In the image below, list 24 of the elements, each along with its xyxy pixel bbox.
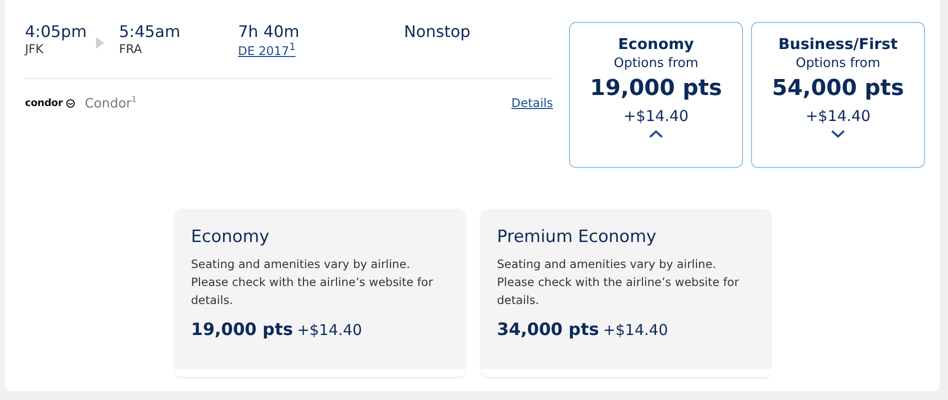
cabin-points: 34,000 pts [497,320,599,340]
fare-option-button[interactable]: Economy Options from 19,000 pts +$14.40 [569,22,743,168]
arrow-icon [96,37,104,49]
chevron-down-icon [831,130,845,138]
cabin-title: Economy [191,227,270,247]
stops-label: Nonstop [404,22,470,41]
flight-number-link[interactable]: DE 2017$^{1}$ [238,42,404,58]
cabin-description: Seating and amenities vary by airline. Please check with the airline’s website for details. [191,256,434,309]
arrive-airport: FRA [119,42,143,56]
depart-airport: JFK [25,42,44,56]
cabin-title: Premium Economy [497,227,658,247]
airline-logo: condor [25,98,63,109]
fare-option-button[interactable]: Business/First Options from 54,000 pts +$14.40 [751,22,925,168]
depart-time: 4:05pm [25,22,88,41]
chevron-up-icon [649,130,663,138]
cabin-description: Seating and amenities vary by airline. Please check with the airline’s website for details. [497,256,740,309]
details-link[interactable]: Details [511,96,553,110]
cabin-points: 19,000 pts [191,320,293,340]
airline-name: Condor$^{1}$ [84,95,137,112]
flight-duration: 7h 40m [238,22,300,41]
cabin-fee: +$14.40 [602,321,668,339]
arrive-time: 5:45am [119,22,182,41]
cabin-fee: +$14.40 [296,321,362,339]
airline-logo-icon [66,98,75,108]
